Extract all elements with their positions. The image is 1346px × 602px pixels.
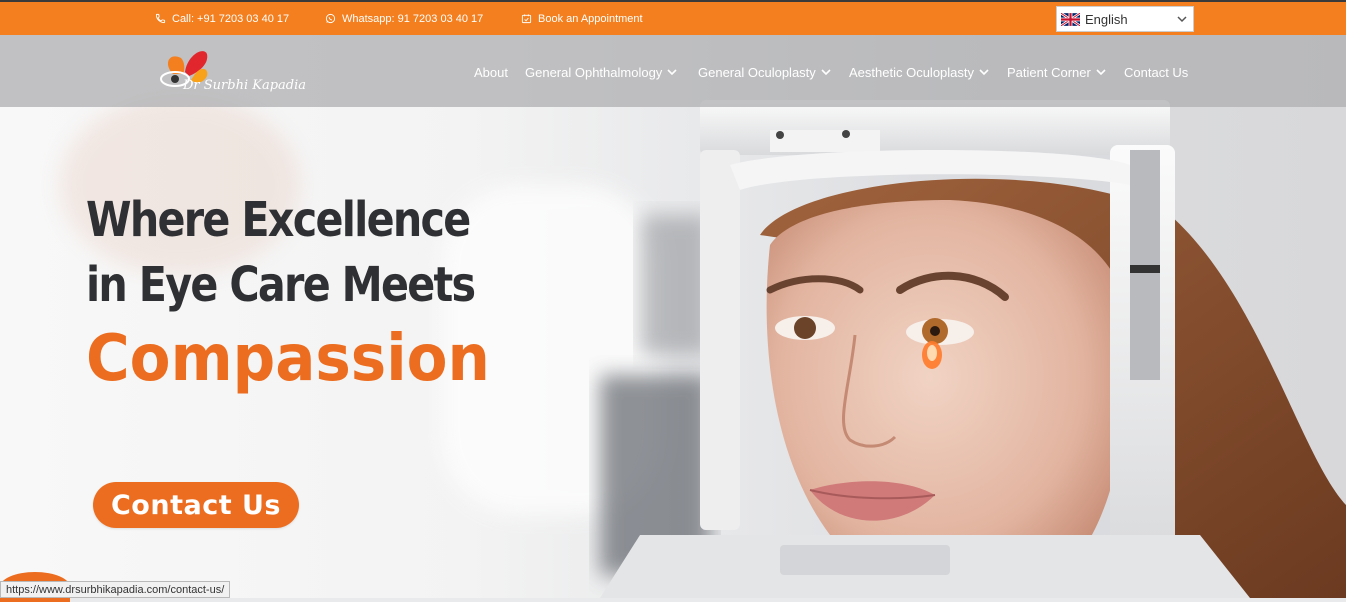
nav-aesthetic-oculoplasty-label: Aesthetic Oculoplasty bbox=[849, 64, 975, 80]
hero-heading-highlight: Compassion bbox=[86, 322, 490, 396]
call-link[interactable]: Call: +91 7203 03 40 17 bbox=[155, 2, 289, 35]
nav-general-ophthalmology[interactable]: General Ophthalmology bbox=[525, 62, 677, 82]
nav-general-ophthalmology-label: General Ophthalmology bbox=[525, 64, 663, 80]
chevron-down-icon bbox=[1096, 69, 1106, 76]
appointment-text: Book an Appointment bbox=[538, 12, 643, 25]
language-select[interactable]: English bbox=[1056, 6, 1194, 32]
browser-status-url: https://www.drsurbhikapadia.com/contact-… bbox=[0, 581, 231, 598]
logo-text[interactable]: Dr Surbhi Kapadia bbox=[183, 78, 306, 93]
phone-icon bbox=[155, 13, 166, 24]
chevron-down-icon bbox=[1177, 16, 1187, 23]
contact-us-button[interactable]: Contact Us bbox=[93, 482, 299, 528]
nav-patient-corner-label: Patient Corner bbox=[1007, 64, 1091, 80]
calendar-icon bbox=[521, 14, 532, 24]
book-appointment-link[interactable]: Book an Appointment bbox=[521, 2, 643, 35]
chevron-down-icon bbox=[667, 69, 677, 76]
nav-general-oculoplasty[interactable]: General Oculoplasty bbox=[698, 62, 831, 82]
nav-contact-us-label: Contact Us bbox=[1124, 64, 1189, 80]
nav-about[interactable]: About bbox=[474, 62, 508, 82]
butterfly-eye-logo-icon[interactable] bbox=[155, 44, 315, 102]
whatsapp-link[interactable]: Whatsapp: 91 7203 03 40 17 bbox=[325, 2, 483, 35]
whatsapp-text: Whatsapp: 91 7203 03 40 17 bbox=[342, 12, 484, 25]
hero-heading-line-1: Where Excellence bbox=[86, 192, 471, 248]
nav-general-oculoplasty-label: General Oculoplasty bbox=[698, 64, 816, 80]
nav-patient-corner[interactable]: Patient Corner bbox=[1007, 62, 1106, 82]
nav-aesthetic-oculoplasty[interactable]: Aesthetic Oculoplasty bbox=[849, 62, 989, 82]
hero-heading-line-2: in Eye Care Meets bbox=[86, 257, 476, 313]
uk-flag-icon bbox=[1061, 12, 1080, 26]
chevron-down-icon bbox=[979, 69, 989, 76]
chevron-down-icon bbox=[821, 69, 831, 76]
whatsapp-icon bbox=[325, 13, 336, 24]
nav-about-label: About bbox=[474, 64, 508, 80]
call-text: Call: +91 7203 03 40 17 bbox=[172, 12, 290, 25]
nav-contact-us[interactable]: Contact Us bbox=[1124, 62, 1188, 82]
language-label: English bbox=[1085, 11, 1128, 27]
top-contact-bar: Call: +91 7203 03 40 17 Whatsapp: 91 720… bbox=[0, 0, 1346, 35]
